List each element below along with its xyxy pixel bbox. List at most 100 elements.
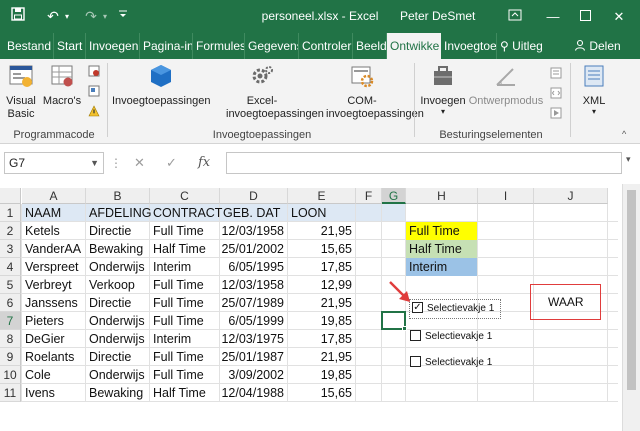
data-cell[interactable]: Ivens: [22, 384, 86, 402]
row-header-3[interactable]: 3: [0, 240, 21, 258]
vertical-scrollbar[interactable]: [622, 184, 640, 431]
spreadsheet-grid[interactable]: A B C D E F G H I J 1 2 3 4 5 6 7 8 9 10 11 NAAM AFDELING CONTR…: [0, 184, 640, 431]
name-box[interactable]: G7 ▼: [4, 152, 104, 174]
row-header-2[interactable]: 2: [0, 222, 21, 240]
tab-ontwikkelaars[interactable]: Ontwikke: [387, 33, 441, 59]
tab-uitleg[interactable]: ⚲ Uitleg: [497, 33, 557, 59]
share-button[interactable]: Delen: [568, 33, 636, 59]
legend-cell-full-time[interactable]: Full Time: [406, 222, 477, 240]
data-cell[interactable]: Full Time: [150, 294, 220, 312]
data-cell[interactable]: 12,99: [288, 276, 356, 294]
undo-dropdown-icon[interactable]: ▾: [62, 0, 72, 33]
data-cell[interactable]: 21,95: [288, 294, 356, 312]
com-add-ins-button[interactable]: COM-invoegtoepassingen: [312, 63, 424, 121]
redo-dropdown-icon[interactable]: ▾: [100, 0, 110, 33]
macros-button[interactable]: Macro's: [42, 63, 82, 108]
design-mode-button[interactable]: Ontwerpmodus: [468, 63, 544, 108]
tab-beeld[interactable]: Beeld: [353, 33, 387, 59]
column-header-d[interactable]: D: [220, 188, 288, 204]
run-dialog-icon[interactable]: [550, 107, 562, 119]
data-cell[interactable]: Directie: [86, 348, 150, 366]
data-cell[interactable]: 12/03/1958: [220, 222, 288, 240]
legend-cell-half-time[interactable]: Half Time: [406, 240, 477, 258]
data-cell[interactable]: 12/04/1988: [220, 384, 288, 402]
column-title-cell[interactable]: GEB. DAT: [220, 204, 288, 222]
relative-references-icon[interactable]: [88, 85, 100, 97]
data-cell[interactable]: Full Time: [150, 222, 220, 240]
data-cell[interactable]: 25/01/2002: [220, 240, 288, 258]
legend-cell-interim[interactable]: Interim: [406, 258, 477, 276]
tab-start[interactable]: Start: [54, 33, 86, 59]
data-cell[interactable]: Directie: [86, 222, 150, 240]
result-cell-value[interactable]: WAAR: [545, 293, 584, 311]
column-header-e[interactable]: E: [288, 188, 356, 204]
unchecked-box-icon[interactable]: [410, 355, 421, 367]
excel-add-ins-button[interactable]: Excel-invoegtoepassingen: [212, 63, 324, 121]
visual-basic-button[interactable]: Visual Basic: [4, 63, 38, 121]
data-cell[interactable]: Verbreyt: [22, 276, 86, 294]
data-cell[interactable]: 12/03/1958: [220, 276, 288, 294]
data-cell[interactable]: Interim: [150, 330, 220, 348]
row-header-4[interactable]: 4: [0, 258, 21, 276]
column-header-c[interactable]: C: [150, 188, 220, 204]
column-title-cell[interactable]: LOON: [288, 204, 356, 222]
data-cell[interactable]: 25/07/1989: [220, 294, 288, 312]
data-cell[interactable]: 12/03/1975: [220, 330, 288, 348]
tab-pagina-indeling[interactable]: Pagina-in: [140, 33, 193, 59]
data-cell[interactable]: Verkoop: [86, 276, 150, 294]
data-cell[interactable]: Janssens: [22, 294, 86, 312]
select-all-corner[interactable]: [0, 188, 21, 204]
data-cell[interactable]: Interim: [150, 258, 220, 276]
column-header-f[interactable]: F: [356, 188, 382, 204]
column-header-h[interactable]: H: [406, 188, 478, 204]
data-cell[interactable]: 25/01/1987: [220, 348, 288, 366]
confirm-icon[interactable]: ✓: [166, 152, 177, 174]
data-cell[interactable]: DeGier: [22, 330, 86, 348]
resize-handle-icon[interactable]: ⋮: [110, 152, 122, 174]
formula-input[interactable]: [226, 152, 622, 174]
view-code-icon[interactable]: [550, 87, 562, 99]
insert-function-icon[interactable]: fx: [198, 152, 210, 174]
cancel-icon[interactable]: ✕: [134, 152, 145, 174]
data-cell[interactable]: Full Time: [150, 312, 220, 330]
tab-bestand[interactable]: Bestand: [0, 33, 54, 59]
tab-invoegtoepassingen[interactable]: Invoegtoe: [441, 33, 497, 59]
tab-gegevens[interactable]: Gegevens: [245, 33, 299, 59]
minimize-icon[interactable]: —: [538, 0, 568, 33]
scrollbar-thumb[interactable]: [627, 190, 636, 390]
data-cell[interactable]: 15,65: [288, 240, 356, 258]
row-header-10[interactable]: 10: [0, 366, 21, 384]
data-cell[interactable]: 17,85: [288, 330, 356, 348]
data-cell[interactable]: Onderwijs: [86, 258, 150, 276]
row-header-7[interactable]: 7: [0, 312, 21, 330]
redo-icon[interactable]: ↷: [82, 0, 100, 33]
column-header-j[interactable]: J: [534, 188, 608, 204]
row-header-11[interactable]: 11: [0, 384, 21, 402]
column-title-cell[interactable]: CONTRACT: [150, 204, 222, 222]
data-cell[interactable]: Half Time: [150, 240, 220, 258]
data-cell[interactable]: 15,65: [288, 384, 356, 402]
row-header-5[interactable]: 5: [0, 276, 21, 294]
data-cell[interactable]: Cole: [22, 366, 86, 384]
data-cell[interactable]: Bewaking: [86, 240, 150, 258]
expand-formula-bar-icon[interactable]: ▾: [626, 154, 631, 165]
data-cell[interactable]: Roelants: [22, 348, 86, 366]
data-cell[interactable]: Half Time: [150, 384, 220, 402]
column-header-b[interactable]: B: [86, 188, 150, 204]
data-cell[interactable]: Ketels: [22, 222, 86, 240]
column-title-cell[interactable]: AFDELING: [86, 204, 152, 222]
data-cell[interactable]: Bewaking: [86, 384, 150, 402]
user-name[interactable]: Peter DeSmet: [400, 0, 475, 33]
data-cell[interactable]: Onderwijs: [86, 330, 150, 348]
close-icon[interactable]: ✕: [604, 0, 634, 33]
data-cell[interactable]: 19,85: [288, 366, 356, 384]
tab-controleren[interactable]: Controler: [299, 33, 353, 59]
data-cell[interactable]: 6/05/1999: [220, 312, 288, 330]
collapse-ribbon-icon[interactable]: ^: [622, 129, 626, 139]
data-cell[interactable]: 17,85: [288, 258, 356, 276]
record-macro-icon[interactable]: [88, 65, 100, 77]
data-cell[interactable]: 6/05/1995: [220, 258, 288, 276]
data-cell[interactable]: Verspreet: [22, 258, 86, 276]
data-cell[interactable]: Onderwijs: [86, 366, 150, 384]
data-cell[interactable]: 3/09/2002: [220, 366, 288, 384]
